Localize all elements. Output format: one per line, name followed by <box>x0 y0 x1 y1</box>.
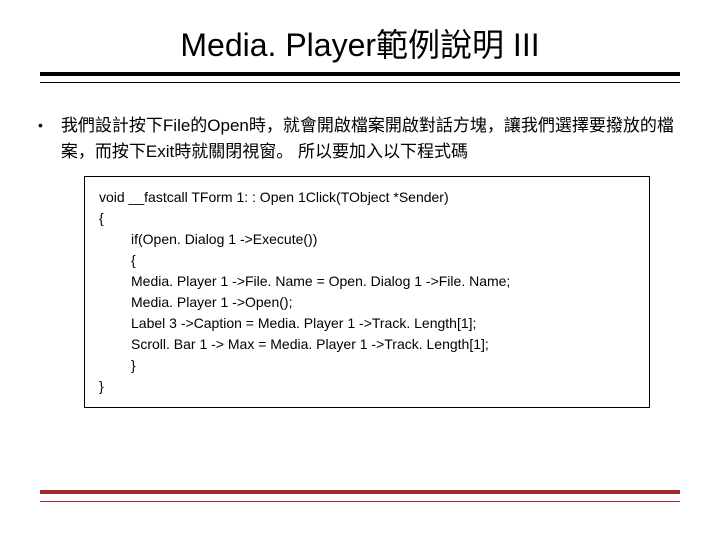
title-rule-thin <box>40 82 680 83</box>
code-line: Media. Player 1 ->Open(); <box>99 292 635 313</box>
slide: Media. Player範例說明 III • 我們設計按下File的Open時… <box>0 0 720 540</box>
code-line: { <box>99 208 635 229</box>
code-block: void __fastcall TForm 1: : Open 1Click(T… <box>84 176 650 408</box>
code-line: void __fastcall TForm 1: : Open 1Click(T… <box>99 187 635 208</box>
code-line: } <box>99 376 635 397</box>
title-rule-thick <box>40 72 680 76</box>
code-line: Scroll. Bar 1 -> Max = Media. Player 1 -… <box>99 334 635 355</box>
bullet-text: 我們設計按下File的Open時，就會開啟檔案開啟對話方塊，讓我們選擇要撥放的檔… <box>61 113 682 164</box>
code-line: Media. Player 1 ->File. Name = Open. Dia… <box>99 271 635 292</box>
code-line: } <box>99 355 635 376</box>
code-line: if(Open. Dialog 1 ->Execute()) <box>99 229 635 250</box>
slide-title: Media. Player範例說明 III <box>30 20 690 66</box>
code-line: Label 3 ->Caption = Media. Player 1 ->Tr… <box>99 313 635 334</box>
footer-rule-thick <box>40 490 680 494</box>
bullet-item: • 我們設計按下File的Open時，就會開啟檔案開啟對話方塊，讓我們選擇要撥放… <box>30 113 690 164</box>
code-line: { <box>99 250 635 271</box>
footer-rule-thin <box>40 501 680 502</box>
bullet-dot-icon: • <box>38 117 43 133</box>
